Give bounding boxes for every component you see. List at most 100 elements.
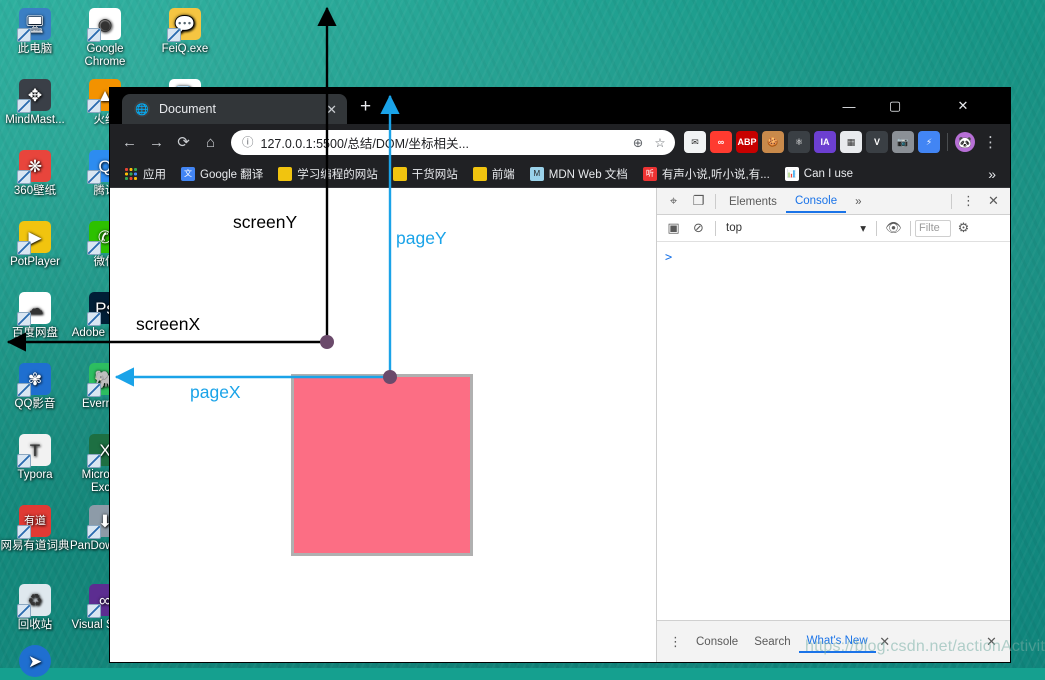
- desktop-icon-label: 网易有道词典: [0, 540, 70, 552]
- computer-icon: 🖥: [17, 8, 51, 42]
- desktop-icon-label: MindMast...: [5, 114, 65, 126]
- live-expression-icon[interactable]: 👁: [881, 216, 906, 240]
- back-button[interactable]: ←: [116, 129, 143, 156]
- inspect-element-icon[interactable]: ⌖: [661, 189, 686, 213]
- bookmark-item[interactable]: 干货网站: [387, 164, 464, 184]
- cookie-extension[interactable]: 🍪: [762, 131, 784, 153]
- clear-console-icon[interactable]: ⊘: [686, 216, 711, 240]
- close-icon[interactable]: ✕: [326, 102, 337, 118]
- ia-extension[interactable]: IA: [814, 131, 836, 153]
- desktop-icon-wallpaper-360[interactable]: ❋ 360壁纸: [0, 150, 70, 198]
- folder-icon: [278, 166, 293, 181]
- screenshot-extension[interactable]: 📷: [892, 131, 914, 153]
- label-pageY: pageY: [396, 228, 447, 248]
- tab-title: Document: [159, 102, 216, 116]
- label-screenX: screenX: [136, 314, 201, 334]
- desktop-icon-potplayer[interactable]: ▶ PotPlayer: [0, 221, 70, 269]
- desktop-icon-mindmaster[interactable]: ✥ MindMast...: [0, 79, 70, 127]
- close-window-button[interactable]: ✕: [940, 88, 986, 124]
- drawer-tab-search[interactable]: Search: [746, 632, 798, 652]
- console-toolbar: ▣ ⊘ top ▾ 👁 Filte ⚙: [657, 215, 1010, 242]
- mindmaster-icon: ✥: [17, 79, 51, 113]
- execute-snippet-icon[interactable]: ▣: [661, 216, 686, 240]
- drawer-tab-console[interactable]: Console: [688, 632, 746, 652]
- pink-demo-box[interactable]: [291, 374, 473, 556]
- desktop-icon-baidu-netdisk[interactable]: ☁ 百度网盘: [0, 292, 70, 340]
- console-output-area[interactable]: >: [657, 242, 1010, 620]
- google-translate-icon: 文: [181, 166, 195, 181]
- recycle-bin-icon: ♻: [17, 584, 51, 618]
- devtools-menu-button[interactable]: ⋮: [956, 189, 981, 213]
- desktop-icon-feiq[interactable]: 💬 FeiQ.exe: [150, 8, 220, 56]
- youdao-dict-icon: 有道: [17, 505, 51, 539]
- desktop-icon-label: FeiQ.exe: [161, 43, 209, 55]
- profile-avatar[interactable]: 🐼: [955, 132, 975, 152]
- desktop-icon-label: 回收站: [17, 619, 53, 631]
- desktop-icon-label: 此电脑: [17, 43, 53, 55]
- vue-devtools-extension[interactable]: V: [866, 131, 888, 153]
- mail-extension[interactable]: ✉: [684, 131, 706, 153]
- devtools-divider-2: [951, 193, 952, 209]
- page-viewport: [110, 188, 656, 662]
- wallpaper-360-icon: ❋: [17, 150, 51, 184]
- new-tab-button[interactable]: +: [360, 97, 371, 116]
- typora-icon: T: [17, 434, 51, 468]
- console-divider-2: [876, 220, 877, 236]
- grid-extension[interactable]: ▦: [840, 131, 862, 153]
- label-pageX: pageX: [190, 382, 241, 402]
- bookmark-item[interactable]: 前端: [467, 164, 521, 184]
- zoom-icon[interactable]: ⊕: [627, 135, 649, 150]
- drawer-menu-button[interactable]: ⋮: [663, 630, 688, 654]
- bookmark-star-icon[interactable]: ☆: [649, 135, 671, 150]
- address-bar[interactable]: ⓘ 127.0.0.1:5500/总结/DOM/坐标相关... ⊕ ☆: [231, 129, 675, 155]
- desktop-icon-qq-player[interactable]: ✾ QQ影音: [0, 363, 70, 411]
- console-context-selector[interactable]: top ▾: [720, 221, 872, 235]
- bookmarks-bar: 应用 文 Google 翻译 学习编程的网站 干货网站 前端 M MDN Web 文档听有声…: [110, 160, 1010, 188]
- tab-console[interactable]: Console: [785, 190, 847, 213]
- bookmark-item[interactable]: 📊 Can I use: [779, 165, 859, 183]
- home-button[interactable]: ⌂: [197, 129, 224, 156]
- desktop-icon-computer[interactable]: 🖥 此电脑: [0, 8, 70, 56]
- gear-icon[interactable]: ⚙: [951, 216, 976, 240]
- desktop-icon-label: QQ影音: [14, 398, 56, 410]
- taskbar-arrow-icon[interactable]: ➤: [0, 645, 70, 680]
- bookmark-item[interactable]: 学习编程的网站: [272, 164, 384, 184]
- desktop-icon-youdao-dict[interactable]: 有道 网易有道词典: [0, 505, 70, 553]
- apps-grid-icon: [124, 166, 138, 181]
- desktop-icon-label: PotPlayer: [10, 256, 60, 268]
- toggle-device-toolbar-icon[interactable]: ❐: [686, 189, 711, 213]
- tab-elements[interactable]: Elements: [720, 191, 786, 212]
- info-circle-icon[interactable]: ⓘ: [242, 134, 254, 150]
- bookmark-label: Google 翻译: [200, 168, 264, 181]
- bookmark-item[interactable]: M MDN Web 文档: [524, 164, 634, 184]
- browser-menu-button[interactable]: ⋮: [977, 129, 1004, 156]
- google-chrome-icon: ◉: [87, 8, 121, 42]
- caniuse-icon: 📊: [784, 166, 799, 181]
- minimize-button[interactable]: —: [826, 88, 872, 124]
- react-devtools-extension[interactable]: ⚛: [788, 131, 810, 153]
- bookmark-item[interactable]: 文 Google 翻译: [175, 164, 269, 184]
- ting-icon: 听: [642, 166, 657, 181]
- chevron-down-icon: ▾: [860, 223, 866, 235]
- bookmark-apps[interactable]: 应用: [118, 164, 172, 184]
- adblock-plus-extension[interactable]: ABP: [736, 131, 758, 153]
- bookmark-item[interactable]: 听有声小说,听小说,有...: [637, 164, 776, 184]
- browser-tab[interactable]: 🌐 Document ✕: [122, 94, 347, 124]
- console-prompt: >: [665, 250, 673, 264]
- infinity-extension[interactable]: ∞: [710, 131, 732, 153]
- devtools-close-button[interactable]: ✕: [981, 189, 1006, 213]
- fastsave-extension[interactable]: ⚡: [918, 131, 940, 153]
- globe-icon: 🌐: [134, 101, 150, 117]
- forward-button[interactable]: →: [143, 129, 170, 156]
- watermark: https://blog.csdn.net/actionActivity: [805, 638, 1045, 655]
- reload-button[interactable]: ⟳: [170, 129, 197, 156]
- desktop-icon-google-chrome[interactable]: ◉ Google Chrome: [70, 8, 140, 69]
- maximize-button[interactable]: ▢: [872, 88, 918, 124]
- console-filter-input[interactable]: Filte: [915, 219, 951, 237]
- chrome-browser-window: 🌐 Document ✕ + — ▢ ✕ ← → ⟳ ⌂ ⓘ 127.0.0.1…: [110, 88, 1010, 662]
- more-tabs-button[interactable]: »: [846, 191, 870, 212]
- desktop-icon-typora[interactable]: T Typora: [0, 434, 70, 482]
- bookmark-label: Can I use: [803, 167, 854, 180]
- desktop-icon-recycle-bin[interactable]: ♻ 回收站: [0, 584, 70, 632]
- bookmarks-overflow-button[interactable]: »: [982, 166, 1002, 182]
